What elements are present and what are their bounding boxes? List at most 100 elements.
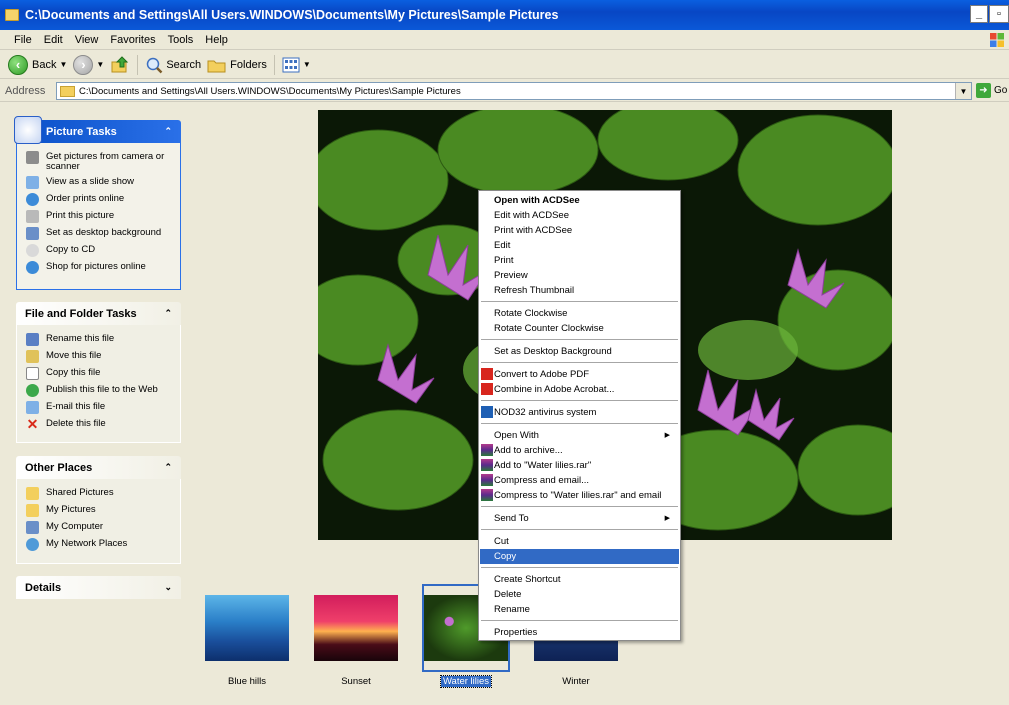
menu-compress-and-email[interactable]: Compress and email... bbox=[480, 473, 679, 488]
submenu-arrow-icon: ▶ bbox=[664, 432, 670, 439]
task-slide-show[interactable]: View as a slide show bbox=[26, 174, 171, 191]
search-icon bbox=[147, 57, 163, 73]
collapse-icon[interactable]: ⌃ bbox=[164, 126, 172, 137]
place-shared-pictures[interactable]: Shared Pictures bbox=[26, 485, 171, 502]
address-bar: Address C:\Documents and Settings\All Us… bbox=[0, 80, 1009, 102]
menu-print[interactable]: Print bbox=[480, 253, 679, 268]
toolbar: ‹ Back ▼ › ▼ Search Folders ▼ bbox=[0, 51, 1009, 79]
menu-edit-with-acdsee[interactable]: Edit with ACDSee bbox=[480, 208, 679, 223]
file-folder-tasks-header[interactable]: File and Folder Tasks ⌃ bbox=[16, 302, 181, 325]
address-label: Address bbox=[5, 84, 46, 97]
menu-tools[interactable]: Tools bbox=[162, 34, 200, 46]
details-header[interactable]: Details ⌄ bbox=[16, 576, 181, 599]
globe-icon bbox=[26, 193, 39, 206]
menu-view[interactable]: View bbox=[69, 34, 105, 46]
go-button[interactable]: ➜ Go bbox=[976, 83, 1007, 98]
toolbar-separator bbox=[137, 54, 139, 75]
forward-button[interactable]: › ▼ bbox=[70, 53, 107, 77]
up-folder-button[interactable] bbox=[107, 53, 133, 77]
folders-button[interactable]: Folders bbox=[204, 53, 270, 77]
place-my-pictures[interactable]: My Pictures bbox=[26, 502, 171, 519]
menu-refresh-thumbnail[interactable]: Refresh Thumbnail bbox=[480, 283, 679, 298]
back-button[interactable]: ‹ Back ▼ bbox=[5, 53, 70, 77]
menu-cut[interactable]: Cut bbox=[480, 534, 679, 549]
copy-icon bbox=[26, 367, 39, 380]
menu-open-with-acdsee[interactable]: Open with ACDSee bbox=[480, 193, 679, 208]
menu-print-with-acdsee[interactable]: Print with ACDSee bbox=[480, 223, 679, 238]
address-value: C:\Documents and Settings\All Users.WIND… bbox=[79, 85, 461, 97]
menu-properties[interactable]: Properties bbox=[480, 625, 679, 640]
other-places-panel: Other Places ⌃ Shared Pictures My Pictur… bbox=[16, 456, 181, 564]
camera-icon bbox=[26, 151, 39, 164]
menu-add-to-rar[interactable]: Add to "Water lilies.rar" bbox=[480, 458, 679, 473]
menu-add-to-archive[interactable]: Add to archive... bbox=[480, 443, 679, 458]
globe-icon bbox=[26, 384, 39, 397]
menu-copy[interactable]: Copy bbox=[480, 549, 679, 564]
task-delete-file[interactable]: ✕ Delete this file bbox=[26, 416, 171, 433]
menu-separator bbox=[481, 529, 678, 530]
menu-rename[interactable]: Rename bbox=[480, 602, 679, 617]
views-icon bbox=[282, 57, 300, 72]
place-my-network[interactable]: My Network Places bbox=[26, 536, 171, 553]
printer-icon bbox=[26, 210, 39, 223]
adobe-acrobat-icon bbox=[481, 383, 493, 395]
menu-rotate-clockwise[interactable]: Rotate Clockwise bbox=[480, 306, 679, 321]
menu-preview[interactable]: Preview bbox=[480, 268, 679, 283]
other-places-header[interactable]: Other Places ⌃ bbox=[16, 456, 181, 479]
address-input[interactable]: C:\Documents and Settings\All Users.WIND… bbox=[56, 82, 972, 100]
task-get-pictures[interactable]: Get pictures from camera or scanner bbox=[26, 149, 171, 174]
task-copy-cd[interactable]: Copy to CD bbox=[26, 242, 171, 259]
folder-icon bbox=[5, 9, 19, 21]
menu-convert-to-pdf[interactable]: Convert to Adobe PDF bbox=[480, 367, 679, 382]
menu-edit[interactable]: Edit bbox=[38, 34, 69, 46]
menu-separator bbox=[481, 362, 678, 363]
go-arrow-icon: ➜ bbox=[976, 83, 991, 98]
menu-set-desktop-background[interactable]: Set as Desktop Background bbox=[480, 344, 679, 359]
expand-icon[interactable]: ⌄ bbox=[164, 582, 172, 593]
cd-icon bbox=[26, 244, 39, 257]
email-icon bbox=[26, 401, 39, 414]
menu-nod32-antivirus[interactable]: NOD32 antivirus system bbox=[480, 405, 679, 420]
menu-file[interactable]: File bbox=[8, 34, 38, 46]
search-button[interactable]: Search bbox=[142, 53, 204, 77]
menu-compress-to-rar-email[interactable]: Compress to "Water lilies.rar" and email bbox=[480, 488, 679, 503]
task-pane: Picture Tasks ⌃ Get pictures from camera… bbox=[0, 103, 196, 705]
collapse-icon[interactable]: ⌃ bbox=[164, 462, 172, 473]
thumbnail-blue-hills[interactable] bbox=[203, 584, 291, 672]
task-set-desktop[interactable]: Set as desktop background bbox=[26, 225, 171, 242]
menu-rotate-counter-clockwise[interactable]: Rotate Counter Clockwise bbox=[480, 321, 679, 336]
thumbnail-caption: Sunset bbox=[341, 676, 371, 687]
address-dropdown-button[interactable]: ▼ bbox=[955, 83, 971, 99]
task-shop-pictures[interactable]: Shop for pictures online bbox=[26, 259, 171, 276]
menu-combine-in-acrobat[interactable]: Combine in Adobe Acrobat... bbox=[480, 382, 679, 397]
menu-edit[interactable]: Edit bbox=[480, 238, 679, 253]
title-bar[interactable]: C:\Documents and Settings\All Users.WIND… bbox=[0, 0, 1009, 30]
delete-x-icon: ✕ bbox=[26, 416, 39, 432]
place-my-computer[interactable]: My Computer bbox=[26, 519, 171, 536]
submenu-arrow-icon: ▶ bbox=[664, 515, 670, 522]
task-email-file[interactable]: E-mail this file bbox=[26, 399, 171, 416]
menu-delete[interactable]: Delete bbox=[480, 587, 679, 602]
desktop-icon bbox=[26, 227, 39, 240]
folder-icon bbox=[26, 504, 39, 517]
menu-help[interactable]: Help bbox=[199, 34, 234, 46]
task-rename-file[interactable]: Rename this file bbox=[26, 331, 171, 348]
thumbnail-sunset[interactable] bbox=[312, 584, 400, 672]
menu-favorites[interactable]: Favorites bbox=[104, 34, 161, 46]
winrar-icon bbox=[481, 444, 493, 456]
menu-send-to[interactable]: Send To ▶ bbox=[480, 511, 679, 526]
task-print-picture[interactable]: Print this picture bbox=[26, 208, 171, 225]
details-panel: Details ⌄ bbox=[16, 576, 181, 599]
maximize-button[interactable]: ▫ bbox=[989, 5, 1009, 23]
minimize-button[interactable]: _ bbox=[970, 5, 988, 23]
menu-open-with[interactable]: Open With ▶ bbox=[480, 428, 679, 443]
collapse-icon[interactable]: ⌃ bbox=[164, 308, 172, 319]
views-button[interactable]: ▼ bbox=[279, 53, 314, 77]
picture-tasks-panel: Picture Tasks ⌃ Get pictures from camera… bbox=[14, 116, 181, 290]
adobe-pdf-icon bbox=[481, 368, 493, 380]
task-order-prints[interactable]: Order prints online bbox=[26, 191, 171, 208]
task-copy-file[interactable]: Copy this file bbox=[26, 365, 171, 382]
menu-create-shortcut[interactable]: Create Shortcut bbox=[480, 572, 679, 587]
task-move-file[interactable]: Move this file bbox=[26, 348, 171, 365]
task-publish-web[interactable]: Publish this file to the Web bbox=[26, 382, 171, 399]
